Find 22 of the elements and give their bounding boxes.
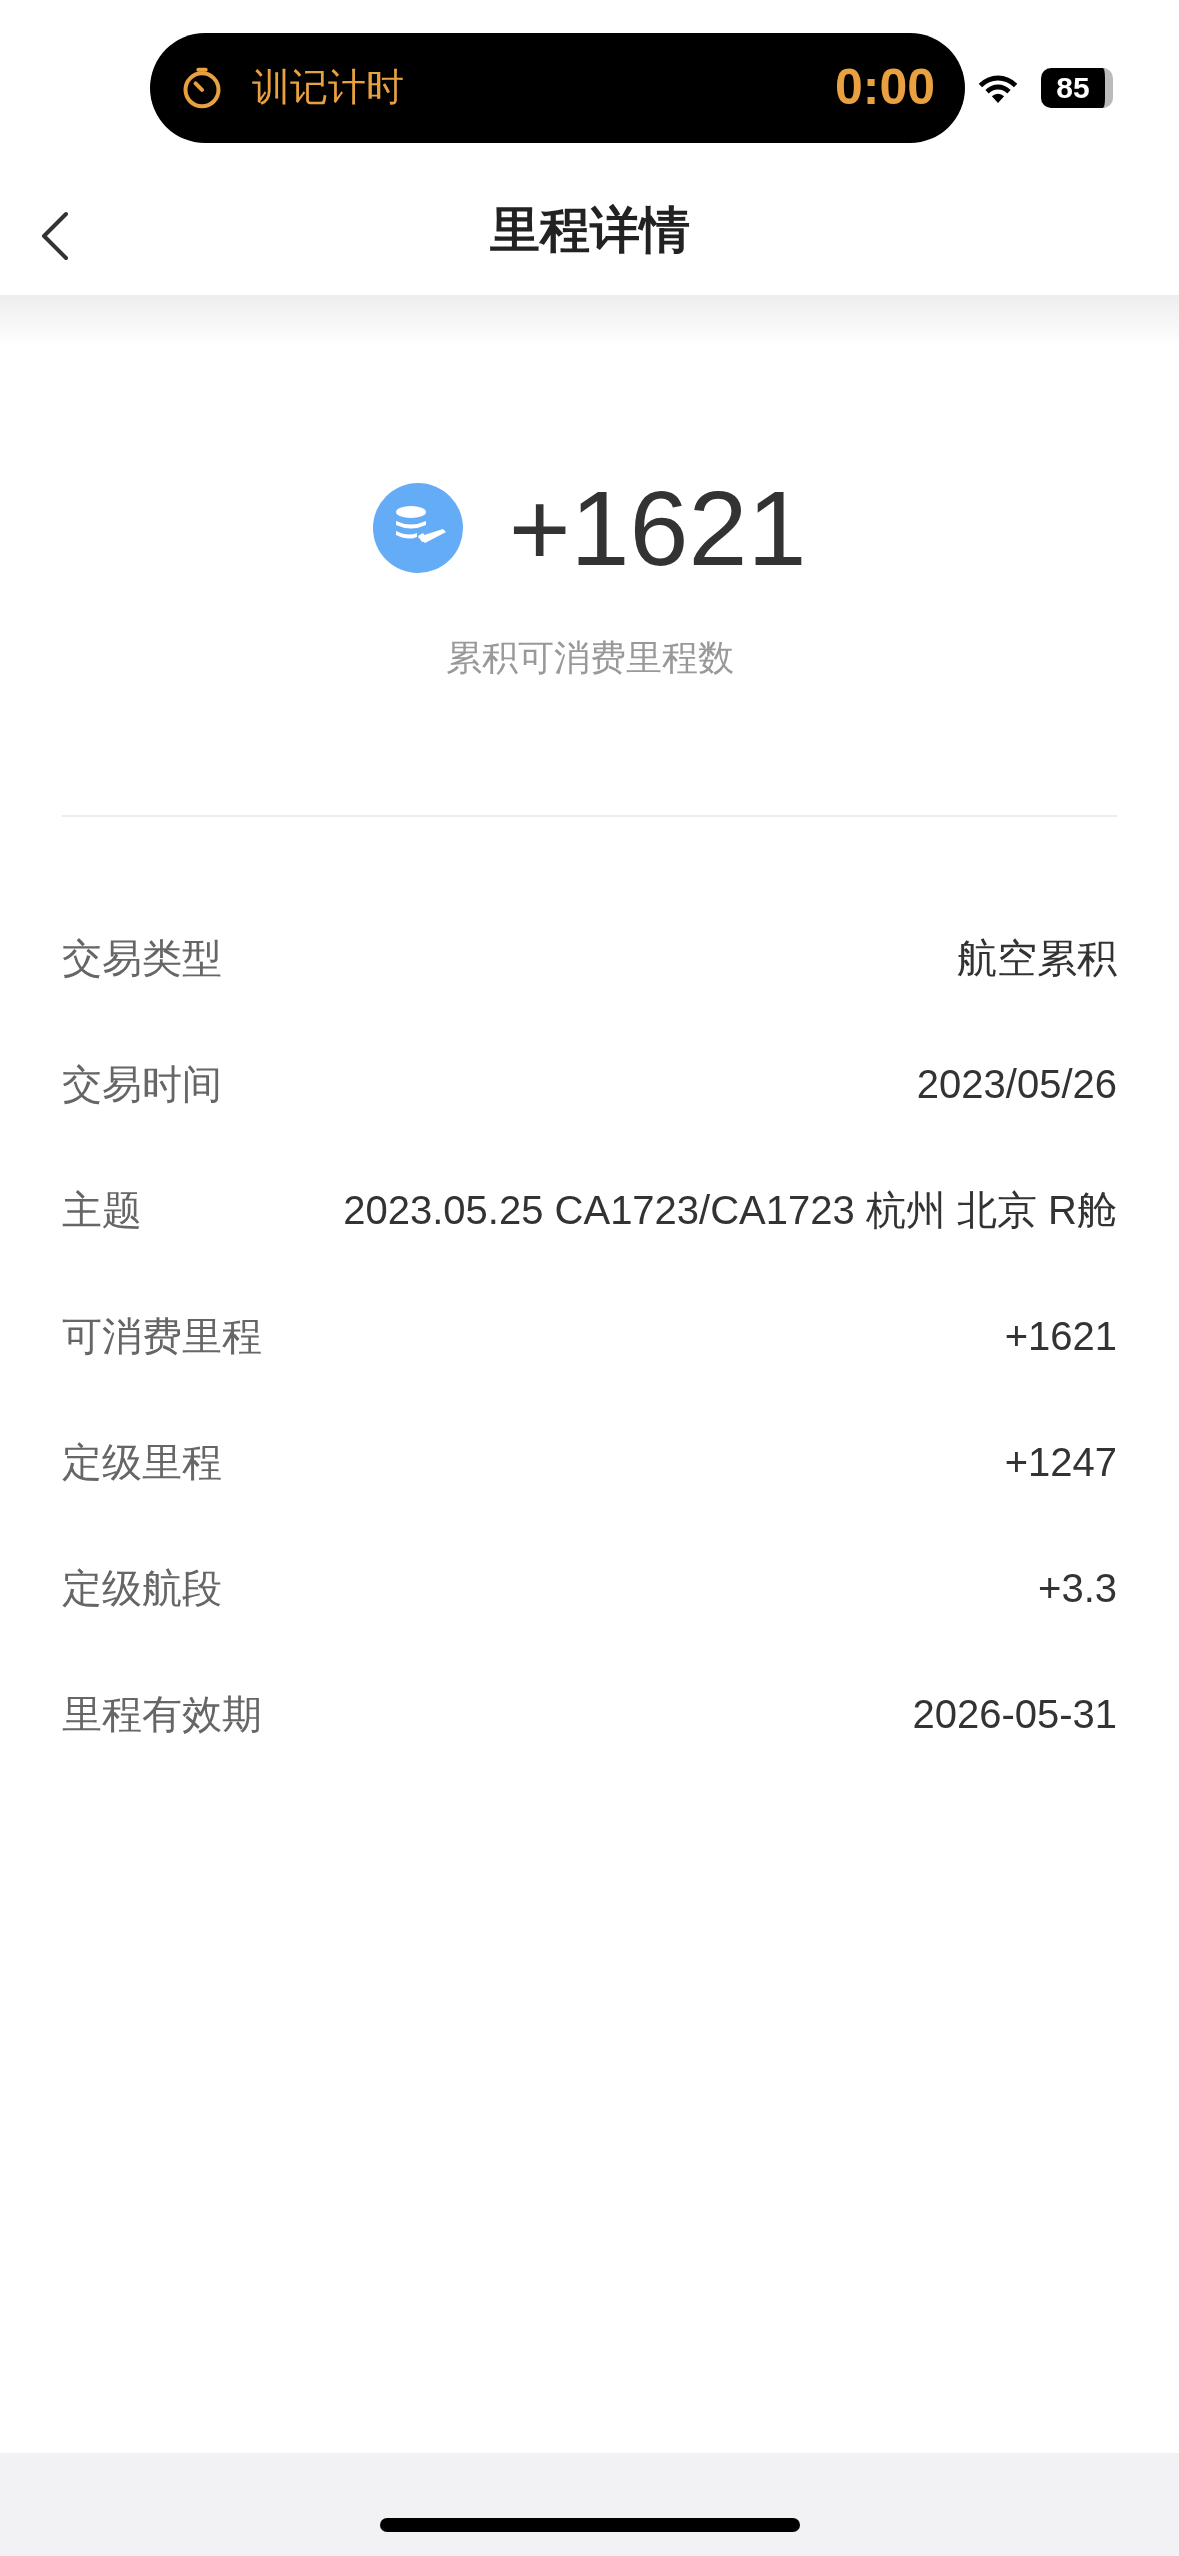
activity-label: 训记计时 — [252, 65, 404, 110]
page-title: 里程详情 — [489, 200, 690, 260]
detail-label: 交易类型 — [62, 935, 222, 982]
detail-label: 可消费里程 — [62, 1313, 262, 1360]
detail-value: +3.3 — [1038, 1565, 1117, 1612]
detail-label: 主题 — [62, 1187, 142, 1234]
detail-value: 航空累积 — [957, 935, 1117, 982]
detail-value: +1247 — [1004, 1439, 1117, 1486]
battery-indicator: 85 — [1041, 67, 1113, 108]
back-icon[interactable] — [40, 210, 70, 262]
detail-value: 2023/05/26 — [916, 1061, 1117, 1108]
coins-plane-icon — [372, 483, 463, 573]
miles-caption: 累积可消费里程数 — [445, 636, 734, 680]
miles-amount: +1621 — [508, 475, 807, 581]
detail-label: 定级航段 — [62, 1565, 222, 1612]
detail-label: 交易时间 — [62, 1061, 222, 1108]
detail-value: 2023.05.25 CA1723/CA1723 杭州 北京 R舱 — [343, 1187, 1117, 1234]
detail-label: 里程有效期 — [62, 1691, 262, 1738]
detail-label: 定级里程 — [62, 1439, 222, 1486]
detail-value: +1621 — [1004, 1313, 1117, 1360]
timer-text: 0:00 — [834, 58, 935, 117]
detail-value: 2026-05-31 — [912, 1691, 1117, 1738]
